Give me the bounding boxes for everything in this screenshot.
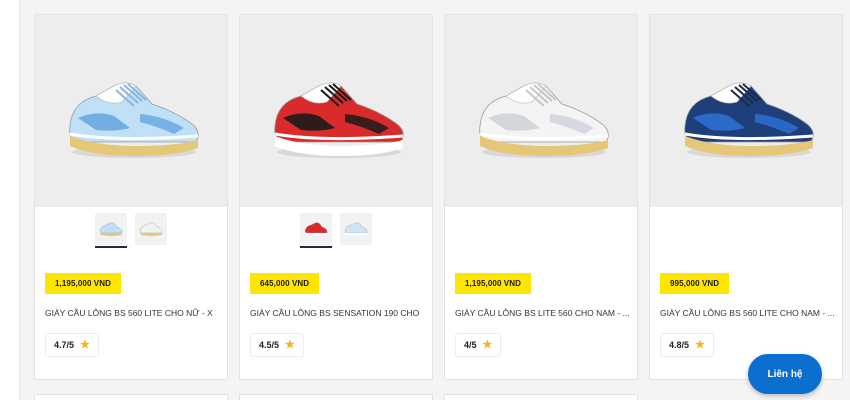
rating-badge: 4.8/5 ★ (660, 333, 714, 357)
product-name[interactable]: GIÀY CẦU LÔNG BS LITE 560 CHO NAM - ... (455, 308, 631, 318)
shoe-light-blue-thumb-icon (99, 222, 123, 236)
rating-badge: 4.5/5 ★ (250, 333, 304, 357)
next-row-card (239, 394, 433, 400)
color-thumbnails (35, 213, 227, 248)
shoe-navy-blue-icon (684, 82, 814, 158)
rating-badge: 4.7/5 ★ (45, 333, 99, 357)
rating-badge: 4/5 ★ (455, 333, 502, 357)
rating-value: 4.7/5 (54, 340, 75, 350)
product-name[interactable]: GIÀY CẦU LÔNG BS SENSATION 190 CHO (250, 308, 426, 318)
star-icon: ★ (695, 338, 705, 351)
price-tag: 995,000 VND (660, 273, 730, 294)
product-card[interactable]: 645,000 VND GIÀY CẦU LÔNG BS SENSATION 1… (239, 14, 433, 380)
product-card[interactable]: 1,195,000 VND GIÀY CẦU LÔNG BS 560 LITE … (34, 14, 228, 380)
shoe-red-black-icon (274, 82, 404, 158)
product-image[interactable] (240, 15, 432, 207)
color-thumbnail[interactable] (135, 213, 167, 245)
star-icon: ★ (285, 338, 295, 351)
shoe-red-thumb-icon (304, 222, 328, 236)
product-image[interactable] (650, 15, 842, 207)
price-tag: 645,000 VND (250, 273, 320, 294)
price-tag: 1,195,000 VND (45, 273, 122, 294)
product-image[interactable] (445, 15, 637, 207)
left-panel-edge (0, 0, 20, 400)
rating-value: 4.5/5 (259, 340, 280, 350)
product-card[interactable]: 1,195,000 VND GIÀY CẦU LÔNG BS LITE 560 … (444, 14, 638, 380)
next-row-card (34, 394, 228, 400)
color-thumbnail[interactable] (340, 213, 372, 245)
product-card[interactable]: 995,000 VND GIÀY CẦU LÔNG BS 560 LITE CH… (649, 14, 843, 380)
product-name[interactable]: GIÀY CẦU LÔNG BS 560 LITE CHO NAM - ... (660, 308, 836, 318)
color-thumbnails (240, 213, 432, 248)
product-image[interactable] (35, 15, 227, 207)
shoe-white-thumb-icon (139, 222, 163, 236)
shoe-light-blue-thumb-icon (344, 222, 368, 236)
shoe-white-icon (479, 82, 609, 158)
next-row-card (444, 394, 638, 400)
contact-button[interactable]: Liên hệ (748, 354, 822, 394)
color-thumbnail[interactable] (300, 213, 332, 248)
rating-value: 4.8/5 (669, 340, 690, 350)
price-tag: 1,195,000 VND (455, 273, 532, 294)
rating-value: 4/5 (464, 340, 477, 350)
shoe-light-blue-icon (69, 82, 199, 158)
product-name[interactable]: GIÀY CẦU LÔNG BS 560 LITE CHO NỮ - X (45, 308, 221, 318)
star-icon: ★ (80, 338, 90, 351)
color-thumbnail[interactable] (95, 213, 127, 248)
star-icon: ★ (482, 338, 493, 351)
